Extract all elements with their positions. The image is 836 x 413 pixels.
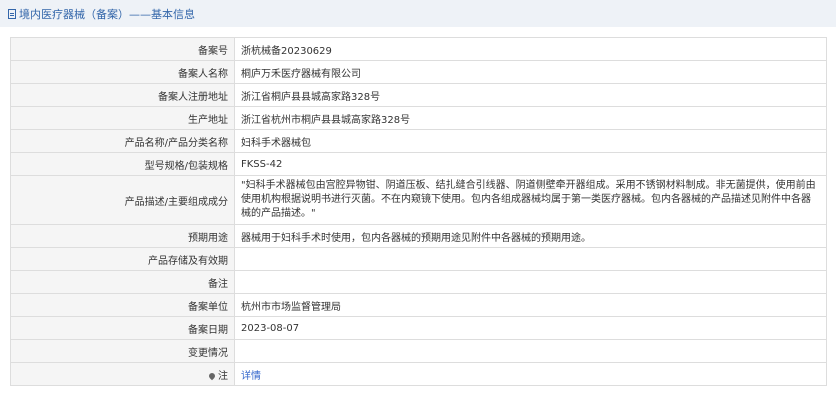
row-value: 器械用于妇科手术时使用，包内各器械的预期用途见附件中各器械的预期用途。 — [234, 224, 827, 248]
table-row: 产品存储及有效期 — [10, 247, 827, 271]
row-label: 备案单位 — [10, 293, 235, 317]
row-value: FKSS-42 — [234, 152, 827, 176]
page-subtitle: ——基本信息 — [129, 7, 195, 21]
row-label: 产品存储及有效期 — [10, 247, 235, 271]
row-label: 产品名称/产品分类名称 — [10, 129, 235, 153]
row-label: 备案号 — [10, 37, 235, 61]
info-table: 备案号 浙杭械备20230629 备案人名称 桐庐万禾医疗器械有限公司 备案人注… — [10, 37, 827, 386]
row-value: 桐庐万禾医疗器械有限公司 — [234, 60, 827, 84]
row-label: 产品描述/主要组成成分 — [10, 175, 235, 225]
row-value — [234, 339, 827, 363]
row-value: 浙江省杭州市桐庐县县城高家路328号 — [234, 106, 827, 130]
table-row: 变更情况 — [10, 339, 827, 363]
row-value: 详情 — [234, 362, 827, 386]
info-table-container: 备案号 浙杭械备20230629 备案人名称 桐庐万禾医疗器械有限公司 备案人注… — [10, 37, 827, 386]
table-row: 生产地址 浙江省杭州市桐庐县县城高家路328号 — [10, 106, 827, 130]
table-row: 备案人注册地址 浙江省桐庐县县城高家路328号 — [10, 83, 827, 107]
row-value — [234, 270, 827, 294]
table-row: 备案日期 2023-08-07 — [10, 316, 827, 340]
row-value — [234, 247, 827, 271]
table-row: 预期用途 器械用于妇科手术时使用，包内各器械的预期用途见附件中各器械的预期用途。 — [10, 224, 827, 248]
table-row: 型号规格/包装规格 FKSS-42 — [10, 152, 827, 176]
table-row: 产品名称/产品分类名称 妇科手术器械包 — [10, 129, 827, 153]
row-label: 备案日期 — [10, 316, 235, 340]
pin-icon — [207, 371, 217, 380]
table-row: 注 详情 — [10, 362, 827, 386]
table-row: 备案人名称 桐庐万禾医疗器械有限公司 — [10, 60, 827, 84]
note-label-cell: 注 — [10, 362, 235, 386]
row-label: 生产地址 — [10, 106, 235, 130]
row-label: 预期用途 — [10, 224, 235, 248]
page-header: 境内医疗器械（备案） ——基本信息 — [0, 0, 836, 27]
row-label: 备案人注册地址 — [10, 83, 235, 107]
page-title: 境内医疗器械（备案） — [19, 7, 129, 21]
row-label: 备案人名称 — [10, 60, 235, 84]
row-label: 备注 — [10, 270, 235, 294]
row-label: 型号规格/包装规格 — [10, 152, 235, 176]
table-row: 备案单位 杭州市市场监督管理局 — [10, 293, 827, 317]
row-value: "妇科手术器械包由宫腔异物钳、阴道压板、结扎缝合引线器、阴道侧壁牵开器组成。采用… — [234, 175, 827, 225]
document-icon — [8, 8, 16, 19]
table-row: 备注 — [10, 270, 827, 294]
row-value: 2023-08-07 — [234, 316, 827, 340]
row-value: 浙江省桐庐县县城高家路328号 — [234, 83, 827, 107]
row-value: 浙杭械备20230629 — [234, 37, 827, 61]
details-link[interactable]: 详情 — [241, 371, 261, 382]
table-row: 产品描述/主要组成成分 "妇科手术器械包由宫腔异物钳、阴道压板、结扎缝合引线器、… — [10, 175, 827, 225]
row-value: 妇科手术器械包 — [234, 129, 827, 153]
row-label: 变更情况 — [10, 339, 235, 363]
table-row: 备案号 浙杭械备20230629 — [10, 37, 827, 61]
row-value: 杭州市市场监督管理局 — [234, 293, 827, 317]
row-label: 注 — [218, 370, 228, 382]
